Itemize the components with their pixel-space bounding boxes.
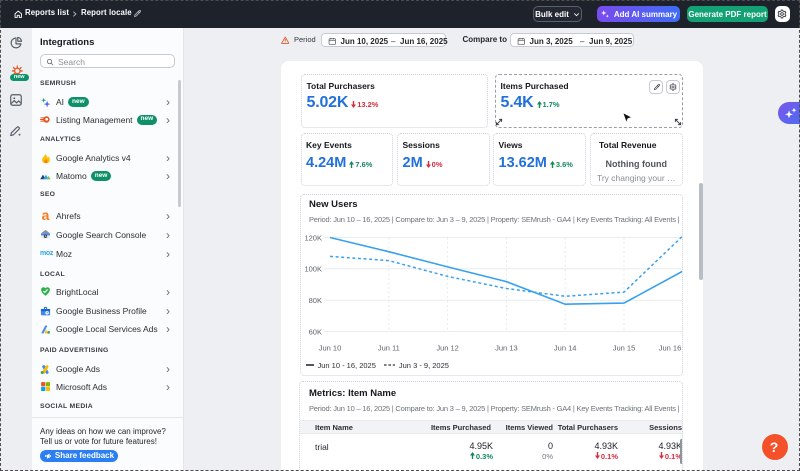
svg-text:80K: 80K (309, 296, 322, 305)
svg-text:100K: 100K (304, 264, 322, 273)
svg-text:Jun 12: Jun 12 (436, 343, 459, 352)
svg-text:Jun 10: Jun 10 (319, 343, 342, 352)
svg-text:Jun 13: Jun 13 (495, 343, 518, 352)
svg-text:Jun 14: Jun 14 (554, 343, 577, 352)
svg-text:Jun 15: Jun 15 (613, 343, 636, 352)
svg-text:Jun 11: Jun 11 (378, 343, 400, 352)
svg-text:60K: 60K (309, 327, 322, 336)
svg-text:120K: 120K (304, 233, 322, 242)
svg-text:Jun 16: Jun 16 (659, 343, 682, 352)
